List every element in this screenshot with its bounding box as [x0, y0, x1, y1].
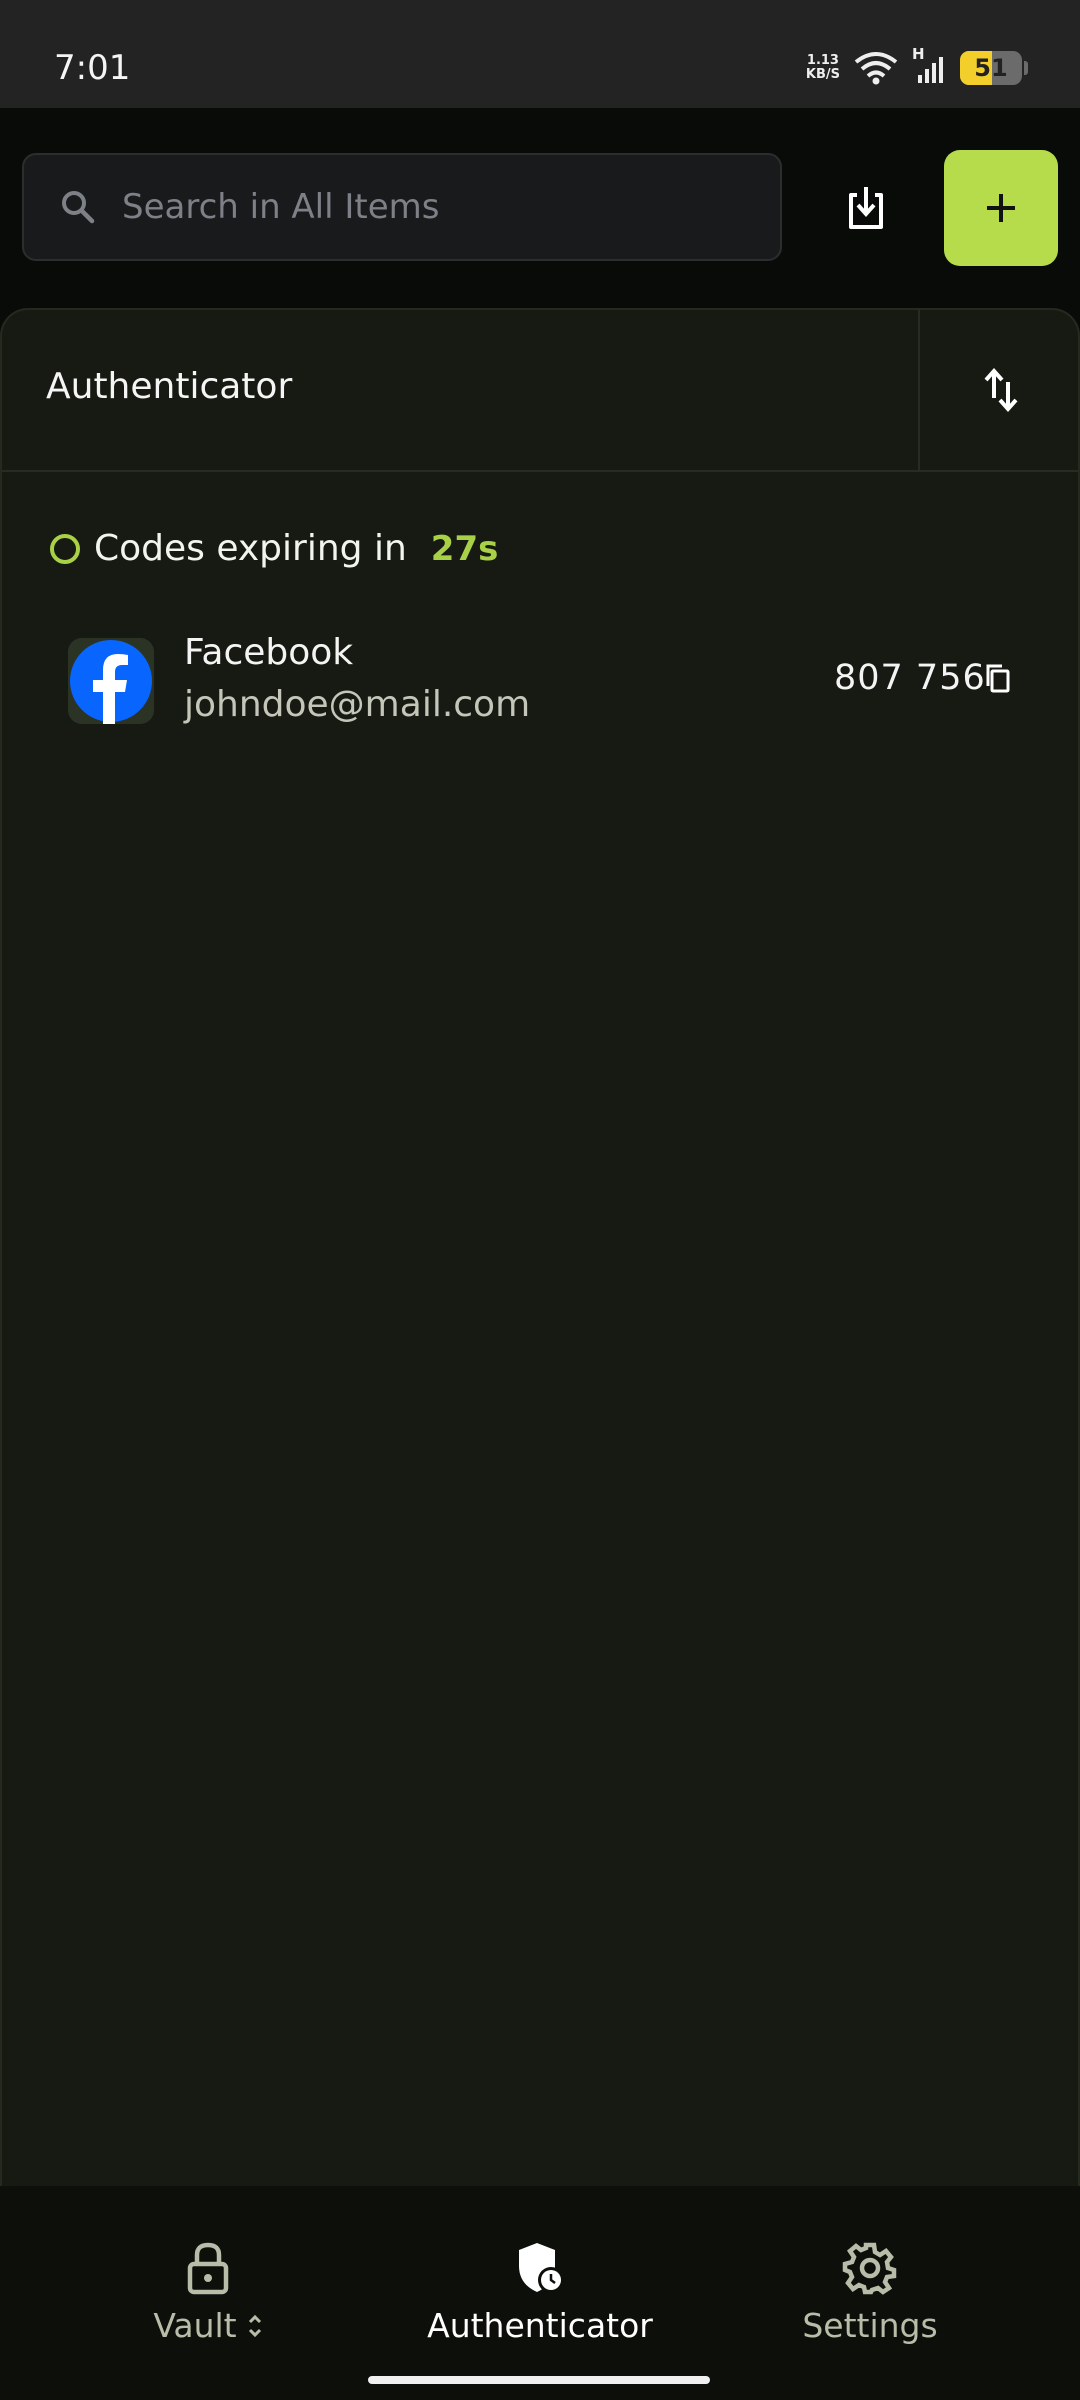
panel-header: Authenticator [2, 310, 1078, 472]
item-email: johndoe@mail.com [184, 684, 531, 725]
battery-indicator: 51 [960, 51, 1022, 85]
timer-ring-icon [50, 533, 80, 564]
totp-code[interactable]: 807 756 [834, 658, 986, 698]
home-indicator[interactable] [368, 2376, 710, 2384]
wifi-icon [854, 52, 898, 85]
signal-icon: H [912, 45, 946, 85]
search-input[interactable] [120, 186, 724, 228]
shield-clock-icon [519, 2243, 564, 2293]
gear-icon [842, 2242, 897, 2295]
nav-authenticator[interactable]: Authenticator [420, 2240, 660, 2345]
authenticator-panel: Authenticator Codes expiring in 27s Face… [0, 308, 1080, 2186]
nav-vault-label: Vault [153, 2306, 262, 2345]
expiry-label: Codes expiring in [94, 528, 407, 569]
sort-icon [984, 368, 1018, 412]
sort-button[interactable] [918, 310, 1078, 470]
add-item-button[interactable] [944, 150, 1058, 266]
search-box[interactable] [22, 153, 782, 261]
nav-vault[interactable]: Vault [148, 2240, 268, 2345]
status-icons: 1.13 KB/S H 51 [805, 45, 1028, 88]
bottom-navigation: Vault Authenticator Settings [0, 2186, 1080, 2400]
expiry-seconds: 27s [430, 528, 499, 569]
search-icon [62, 191, 95, 224]
code-expiry-timer: Codes expiring in 27s [48, 528, 498, 569]
page-title: Authenticator [46, 366, 293, 407]
status-time: 7:01 [54, 48, 131, 88]
network-speed: 1.13 KB/S [805, 53, 840, 82]
copy-icon[interactable] [982, 662, 1016, 696]
download-icon [849, 187, 883, 229]
facebook-logo-icon [68, 638, 154, 724]
status-bar: 7:01 1.13 KB/S H 51 [0, 0, 1080, 108]
battery-tip [1024, 61, 1028, 75]
item-name: Facebook [184, 632, 354, 673]
import-button[interactable] [826, 168, 906, 248]
nav-settings[interactable]: Settings [790, 2240, 950, 2345]
chevron-up-down-icon [248, 2314, 261, 2337]
lock-icon [187, 2242, 229, 2295]
plus-icon [987, 194, 1015, 222]
nav-authenticator-label: Authenticator [427, 2306, 653, 2345]
list-item[interactable]: Facebook johndoe@mail.com 807 756 [68, 632, 1028, 732]
nav-settings-label: Settings [802, 2306, 938, 2345]
